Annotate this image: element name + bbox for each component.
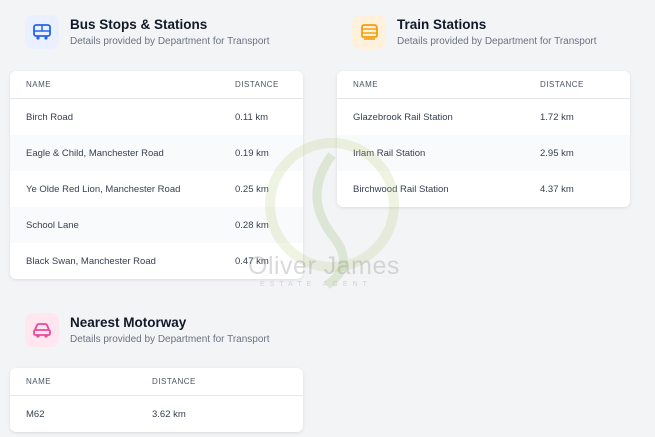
column-header-name: NAME <box>26 80 52 89</box>
table-header: NAME DISTANCE <box>10 368 303 396</box>
watermark-name: Oliver James <box>248 252 400 280</box>
column-header-name: NAME <box>26 377 52 386</box>
column-header-distance: DISTANCE <box>235 80 279 89</box>
stop-distance: 0.28 km <box>235 219 269 231</box>
bus-section-subtitle: Details provided by Department for Trans… <box>70 36 270 47</box>
train-section-subtitle: Details provided by Department for Trans… <box>397 36 597 47</box>
train-section-header: Train Stations Details provided by Depar… <box>352 15 597 49</box>
table-row: School Lane 0.28 km <box>10 207 303 243</box>
bus-section-title: Bus Stops & Stations <box>70 17 208 32</box>
stop-name: Ye Olde Red Lion, Manchester Road <box>26 183 181 195</box>
stop-name: School Lane <box>26 219 79 231</box>
bus-icon <box>25 15 59 49</box>
table-header: NAME DISTANCE <box>10 71 303 99</box>
table-header: NAME DISTANCE <box>337 71 630 99</box>
stop-name: Eagle & Child, Manchester Road <box>26 147 164 159</box>
motorway-distance: 3.62 km <box>152 408 186 420</box>
station-name: Irlam Rail Station <box>353 147 426 159</box>
column-header-name: NAME <box>353 80 379 89</box>
table-row: M62 3.62 km <box>10 396 303 432</box>
table-row: Irlam Rail Station 2.95 km <box>337 135 630 171</box>
stop-name: Black Swan, Manchester Road <box>26 255 156 267</box>
motorway-section-title: Nearest Motorway <box>70 315 187 330</box>
station-name: Birchwood Rail Station <box>353 183 449 195</box>
station-distance: 4.37 km <box>540 183 574 195</box>
station-distance: 2.95 km <box>540 147 574 159</box>
watermark-tagline: ESTATE AGENT <box>260 281 372 288</box>
bus-stops-table: NAME DISTANCE Birch Road 0.11 km Eagle &… <box>10 71 303 279</box>
motorway-section-subtitle: Details provided by Department for Trans… <box>70 334 270 345</box>
car-icon <box>25 313 59 347</box>
train-icon <box>352 15 386 49</box>
train-stations-table: NAME DISTANCE Glazebrook Rail Station 1.… <box>337 71 630 207</box>
motorway-table: NAME DISTANCE M62 3.62 km <box>10 368 303 432</box>
motorway-section-header: Nearest Motorway Details provided by Dep… <box>25 313 270 347</box>
station-distance: 1.72 km <box>540 111 574 123</box>
table-row: Birchwood Rail Station 4.37 km <box>337 171 630 207</box>
stop-distance: 0.25 km <box>235 183 269 195</box>
column-header-distance: DISTANCE <box>152 377 196 386</box>
table-row: Glazebrook Rail Station 1.72 km <box>337 99 630 135</box>
station-name: Glazebrook Rail Station <box>353 111 453 123</box>
train-section-title: Train Stations <box>397 17 487 32</box>
stop-distance: 0.19 km <box>235 147 269 159</box>
table-row: Birch Road 0.11 km <box>10 99 303 135</box>
bus-section-header: Bus Stops & Stations Details provided by… <box>25 15 270 49</box>
table-row: Ye Olde Red Lion, Manchester Road 0.25 k… <box>10 171 303 207</box>
table-row: Eagle & Child, Manchester Road 0.19 km <box>10 135 303 171</box>
column-header-distance: DISTANCE <box>540 80 584 89</box>
stop-name: Birch Road <box>26 111 73 123</box>
motorway-name: M62 <box>26 408 45 420</box>
stop-distance: 0.11 km <box>235 111 269 123</box>
